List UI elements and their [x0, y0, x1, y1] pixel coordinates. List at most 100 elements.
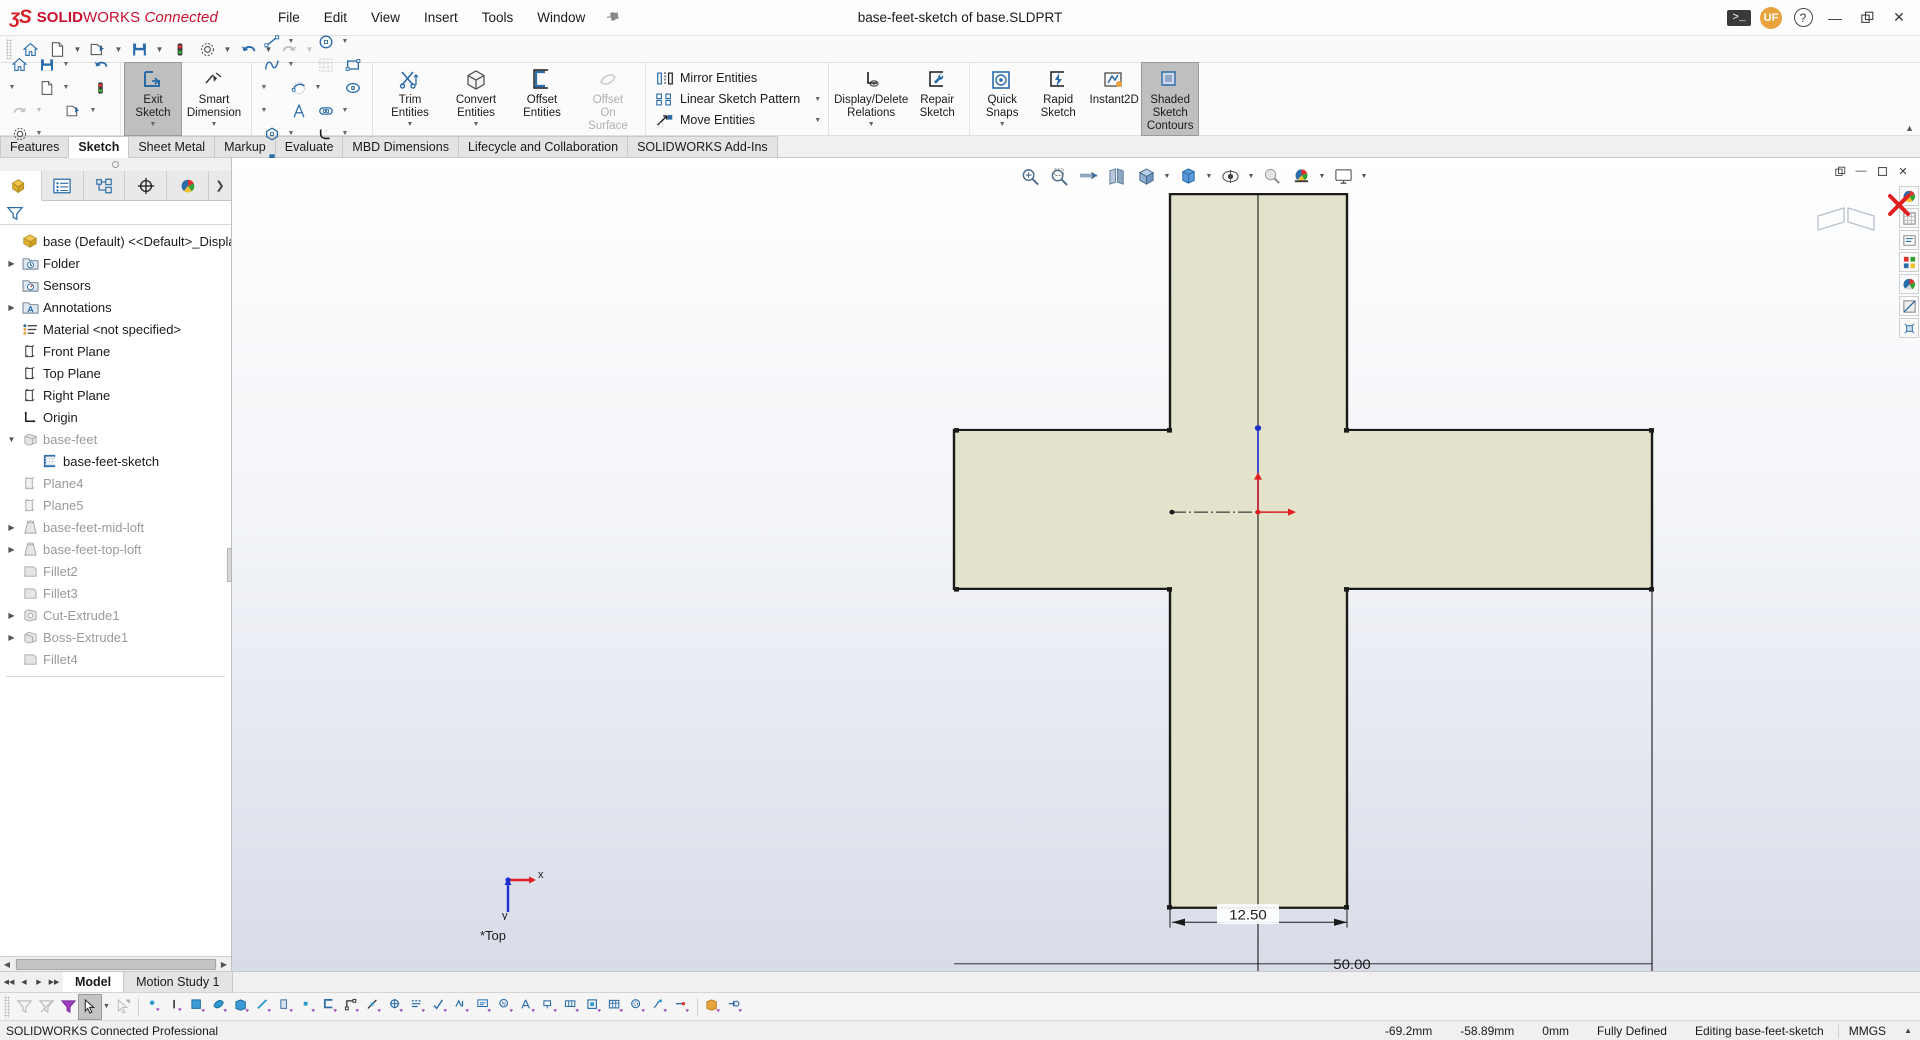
centerline-endpoint[interactable] — [1169, 509, 1175, 515]
shaded-sketch-contours-button[interactable]: Shaded Sketch Contours — [1141, 62, 1200, 136]
pin-icon[interactable] — [601, 6, 623, 29]
origin-point[interactable] — [1255, 509, 1261, 515]
filter-edges-button[interactable] — [35, 995, 57, 1019]
convert-entities-caret[interactable]: ▼ — [473, 121, 480, 129]
qat-options-caret[interactable]: ▼ — [221, 38, 234, 61]
datum-filter-button[interactable] — [539, 995, 561, 1019]
terminal-button[interactable]: >_ — [1724, 5, 1754, 31]
dimension-50-00[interactable]: 50.00 — [954, 958, 1652, 971]
panel-collapse-handle[interactable] — [0, 158, 231, 171]
qat-options-button[interactable] — [194, 38, 220, 61]
component-filter-button[interactable] — [702, 995, 724, 1019]
linear-sketch-pattern-caret[interactable]: ▼ — [800, 96, 821, 103]
ellipse-tool-button[interactable] — [339, 76, 366, 99]
exit-sketch-button[interactable]: Exit Sketch ▼ — [124, 62, 182, 136]
apply-scene-caret[interactable]: ▼ — [1316, 164, 1328, 188]
view-orientation-caret[interactable]: ▼ — [1161, 164, 1173, 188]
line-tool-button[interactable] — [258, 30, 285, 53]
menu-insert[interactable]: Insert — [412, 5, 470, 30]
next-tab-button[interactable]: ▶ — [32, 973, 46, 992]
close-sketch-x-icon[interactable] — [1886, 192, 1912, 225]
view-settings-caret[interactable]: ▼ — [1358, 164, 1370, 188]
hide-show-rail-icon[interactable] — [1899, 230, 1919, 250]
circle-tool-button[interactable] — [312, 30, 339, 53]
tree-node-folder[interactable]: ▶ Folder — [0, 252, 231, 274]
dimxpert-manager-tab[interactable] — [125, 171, 168, 200]
document-maximize-button[interactable] — [1873, 162, 1891, 180]
hide-show-items-caret[interactable]: ▼ — [1245, 164, 1257, 188]
tree-node-base-feet-mid-loft[interactable]: ▶ base-feet-mid-loft — [0, 516, 231, 538]
ribbon-undo-caret[interactable]: ▼ — [6, 76, 18, 99]
toggle-selection-filter-button[interactable] — [57, 995, 79, 1019]
sketch-vertex[interactable] — [1649, 428, 1654, 433]
table-filter-button[interactable] — [605, 995, 627, 1019]
minimize-window-button[interactable]: — — [1820, 5, 1850, 31]
block-filter-button[interactable] — [583, 995, 605, 1019]
ribbon-options-button[interactable] — [6, 122, 33, 145]
trim-entities-caret[interactable]: ▼ — [407, 121, 414, 129]
section-view-button[interactable] — [1103, 164, 1131, 188]
tree-node-annotations[interactable]: ▶ Annotations — [0, 296, 231, 318]
sketch-canvas[interactable]: 12.50 50.00 — [232, 158, 1920, 971]
rapid-sketch-button[interactable]: Rapid Sketch — [1030, 63, 1086, 135]
close-window-button[interactable]: ✕ — [1884, 5, 1914, 31]
ribbon-new-caret[interactable]: ▼ — [60, 76, 72, 99]
tree-node-part-root[interactable]: base (Default) <<Default>_Display Sta — [0, 230, 231, 252]
annotation-filter-button[interactable] — [517, 995, 539, 1019]
slot-tool-button[interactable] — [312, 99, 339, 122]
tree-arrow-cut-extrude1[interactable]: ▶ — [4, 611, 19, 620]
sketch-vertex[interactable] — [954, 587, 959, 592]
tree-node-plane4[interactable]: Plane4 — [0, 472, 231, 494]
configuration-manager-tab[interactable] — [84, 171, 126, 200]
status-units-selector[interactable]: MMGS — [1837, 1023, 1896, 1038]
tree-node-base-feet[interactable]: ▼ base-feet — [0, 428, 231, 450]
bottom-toolbar-grip[interactable] — [4, 995, 10, 1018]
ribbon-open-caret[interactable]: ▼ — [87, 99, 99, 122]
rectangle-tool-button[interactable] — [339, 53, 366, 76]
first-tab-button[interactable]: ◀◀ — [2, 973, 16, 992]
ellipse-tool-caret[interactable]: ▼ — [258, 99, 270, 122]
sketch-filter-button[interactable] — [319, 995, 341, 1019]
move-entities-row[interactable]: Move Entities ▼ — [650, 110, 824, 131]
tree-node-fillet3[interactable]: Fillet3 — [0, 582, 231, 604]
display-delete-relations-caret[interactable]: ▼ — [868, 121, 875, 129]
tree-node-cut-extrude1[interactable]: ▶ Cut-Extrude1 — [0, 604, 231, 626]
tree-node-top-plane[interactable]: Top Plane — [0, 362, 231, 384]
tree-node-boss-extrude1[interactable]: ▶ Boss-Extrude1 — [0, 626, 231, 648]
sketch-vertex[interactable] — [1344, 587, 1349, 592]
balloon-filter-button[interactable]: N — [495, 995, 517, 1019]
scroll-thumb[interactable] — [16, 958, 216, 970]
tree-arrow-base-feet[interactable]: ▼ — [4, 435, 19, 444]
sketch-vertex[interactable] — [1167, 428, 1172, 433]
sketch-segment-filter-button[interactable] — [341, 995, 363, 1019]
arc-slot-tool-button[interactable] — [285, 76, 312, 99]
trim-entities-button[interactable]: Trim Entities ▼ — [377, 63, 443, 135]
hide-show-items-button[interactable] — [1216, 164, 1244, 188]
quick-snaps-button[interactable]: Quick Snaps ▼ — [974, 63, 1030, 135]
spline-tool-button[interactable] — [258, 53, 285, 76]
center-mark-filter-button[interactable] — [407, 995, 429, 1019]
tree-node-plane5[interactable]: Plane5 — [0, 494, 231, 516]
axis-filter-button[interactable] — [165, 995, 187, 1019]
help-button[interactable]: ? — [1788, 5, 1818, 31]
status-expand-caret[interactable]: ▲ — [1896, 1026, 1920, 1035]
scroll-left-arrow[interactable]: ◀ — [0, 960, 14, 969]
dimension-filter-button[interactable] — [385, 995, 407, 1019]
display-manager-tab[interactable] — [167, 171, 210, 200]
polygon-tool-button[interactable] — [258, 122, 285, 145]
menu-edit[interactable]: Edit — [312, 5, 359, 30]
filter-faces-button[interactable] — [13, 995, 35, 1019]
tree-node-fillet4[interactable]: Fillet4 — [0, 648, 231, 670]
move-entities-caret[interactable]: ▼ — [800, 117, 821, 124]
ribbon-save-caret[interactable]: ▼ — [60, 53, 72, 76]
tree-arrow-top-loft[interactable]: ▶ — [4, 545, 19, 554]
tree-node-material[interactable]: Material <not specified> — [0, 318, 231, 340]
property-manager-tab[interactable] — [42, 171, 84, 200]
tab-lifecycle-collaboration[interactable]: Lifecycle and Collaboration — [457, 136, 629, 157]
tree-arrow-mid-loft[interactable]: ▶ — [4, 523, 19, 532]
display-style-button[interactable] — [1174, 164, 1202, 188]
doc-tab-motion-study-1[interactable]: Motion Study 1 — [124, 972, 233, 992]
user-account-button[interactable]: UF — [1756, 5, 1786, 31]
tab-mbd-dimensions[interactable]: MBD Dimensions — [342, 136, 459, 157]
feature-tree-tab[interactable] — [0, 171, 42, 201]
